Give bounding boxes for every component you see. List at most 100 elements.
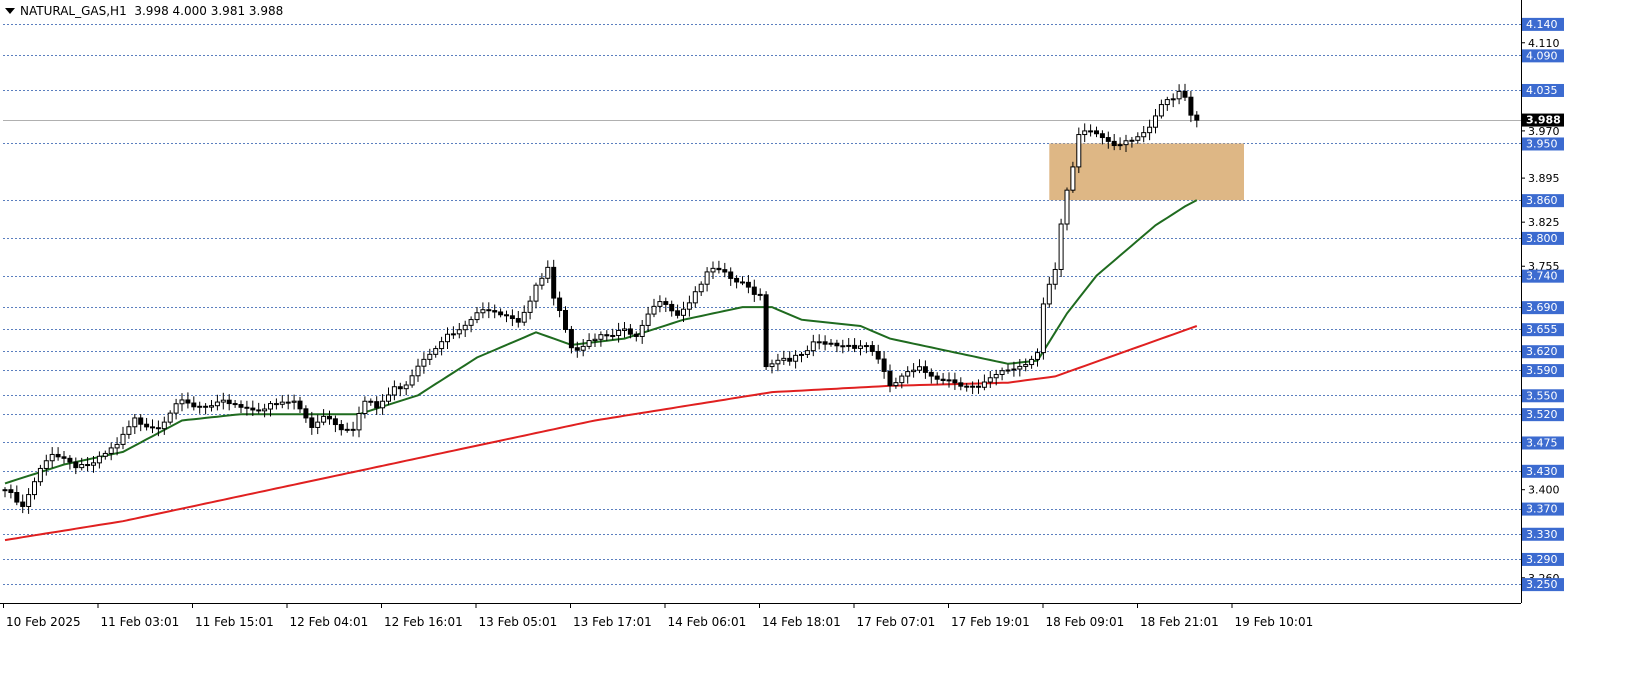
candle-body: [102, 452, 108, 457]
candle-body: [120, 433, 126, 445]
candle-body: [1029, 358, 1035, 366]
candle-body: [940, 378, 946, 381]
candle-body: [757, 293, 763, 296]
candle-body: [563, 309, 568, 330]
candle-body: [114, 443, 120, 449]
candle-body: [403, 384, 409, 390]
candle-body: [799, 353, 804, 356]
candle-body: [633, 333, 639, 337]
candle-body: [704, 271, 710, 285]
candle-body: [43, 460, 49, 469]
candle-body: [150, 426, 155, 429]
candle-body: [96, 455, 102, 464]
candle-body: [828, 342, 834, 345]
x-tick-label: 12 Feb 04:01: [290, 615, 369, 629]
x-tick-label: 14 Feb 06:01: [668, 615, 747, 629]
candle-body: [863, 345, 869, 348]
candle-body: [527, 300, 533, 313]
candle-body: [822, 341, 828, 345]
candle-body: [409, 375, 415, 386]
candle-body: [1111, 140, 1117, 147]
candle-body: [504, 314, 509, 317]
candle-body: [1005, 369, 1011, 372]
x-tick-label: 17 Feb 19:01: [951, 615, 1030, 629]
candle-body: [1040, 303, 1046, 354]
candle-body: [604, 334, 610, 337]
candle-body: [439, 341, 445, 350]
candle-body: [858, 345, 863, 349]
dropdown-arrow-icon[interactable]: [5, 8, 15, 14]
candle-body: [26, 494, 32, 507]
candle-body: [20, 501, 26, 507]
candle-body: [1164, 99, 1170, 106]
open-value: 3.998: [134, 4, 169, 18]
candle-body: [509, 315, 515, 320]
candle-body: [840, 345, 846, 348]
candle-body: [108, 447, 114, 454]
candle-body: [173, 403, 179, 414]
close-value: 3.988: [248, 4, 284, 18]
level-tag-label: 3.475: [1526, 436, 1558, 449]
candle-body: [1117, 144, 1123, 147]
y-tick-label: 4.110: [1528, 37, 1560, 50]
level-tag-label: 3.800: [1526, 232, 1558, 245]
candle-body: [1176, 90, 1182, 100]
candle-body: [486, 309, 492, 312]
candle-body: [262, 408, 268, 412]
candle-body: [692, 291, 698, 304]
candle-body: [893, 382, 899, 387]
candle-body: [1188, 96, 1194, 116]
candle-body: [132, 417, 138, 428]
candle-body: [126, 426, 132, 435]
candle-body: [958, 382, 964, 387]
candle-body: [627, 328, 633, 335]
candlesticks: [2, 83, 1200, 514]
candle-body: [592, 338, 598, 342]
candle-body: [810, 341, 816, 352]
chart-header: NATURAL_GAS,H1 3.998 4.000 3.981 3.988: [5, 3, 288, 19]
candle-body: [964, 385, 970, 388]
candle-body: [238, 404, 244, 408]
candle-body: [1076, 134, 1082, 168]
candle-body: [445, 333, 450, 343]
candle-body: [250, 407, 256, 411]
candle-body: [268, 403, 273, 410]
x-tick-label: 17 Feb 07:01: [857, 615, 936, 629]
candle-body: [1105, 137, 1111, 142]
x-tick-label: 18 Feb 09:01: [1046, 615, 1125, 629]
price-tags: 4.140 4.090 4.035 3.950 3.860 3.800 3.740 3.690…: [1522, 17, 1564, 592]
candle-body: [450, 333, 456, 336]
candle-body: [1141, 132, 1147, 138]
candle-body: [344, 428, 350, 431]
candle-body: [846, 344, 852, 347]
candle-body: [209, 405, 214, 408]
level-tag-label: 3.590: [1526, 364, 1558, 377]
x-tick-label: 11 Feb 15:01: [195, 615, 274, 629]
candle-body: [161, 421, 167, 430]
candle-body: [492, 310, 498, 313]
candle-body: [622, 328, 627, 331]
candle-body: [14, 492, 20, 503]
price-chart[interactable]: 4.1103.9703.8953.8253.7553.6863.6163.546…: [0, 0, 1651, 691]
candle-body: [415, 365, 421, 377]
candle-body: [480, 309, 486, 314]
candle-body: [362, 400, 368, 415]
candle-body: [368, 400, 374, 403]
candle-body: [85, 464, 91, 467]
candle-body: [474, 312, 480, 321]
candle-body: [456, 329, 462, 335]
level-tag-label: 4.140: [1526, 18, 1558, 31]
candle-body: [1052, 268, 1058, 285]
candle-body: [273, 403, 279, 406]
level-tag-label: 3.690: [1526, 301, 1558, 314]
candle-body: [1170, 98, 1176, 101]
x-tick-label: 18 Feb 21:01: [1140, 615, 1219, 629]
candle-body: [657, 301, 663, 307]
candle-body: [256, 409, 262, 412]
candle-body: [816, 341, 822, 344]
candle-body: [557, 297, 563, 311]
candle-body: [1058, 223, 1064, 270]
symbol-label: NATURAL_GAS,H1: [20, 4, 127, 18]
candle-body: [138, 417, 144, 425]
candle-body: [297, 400, 303, 410]
